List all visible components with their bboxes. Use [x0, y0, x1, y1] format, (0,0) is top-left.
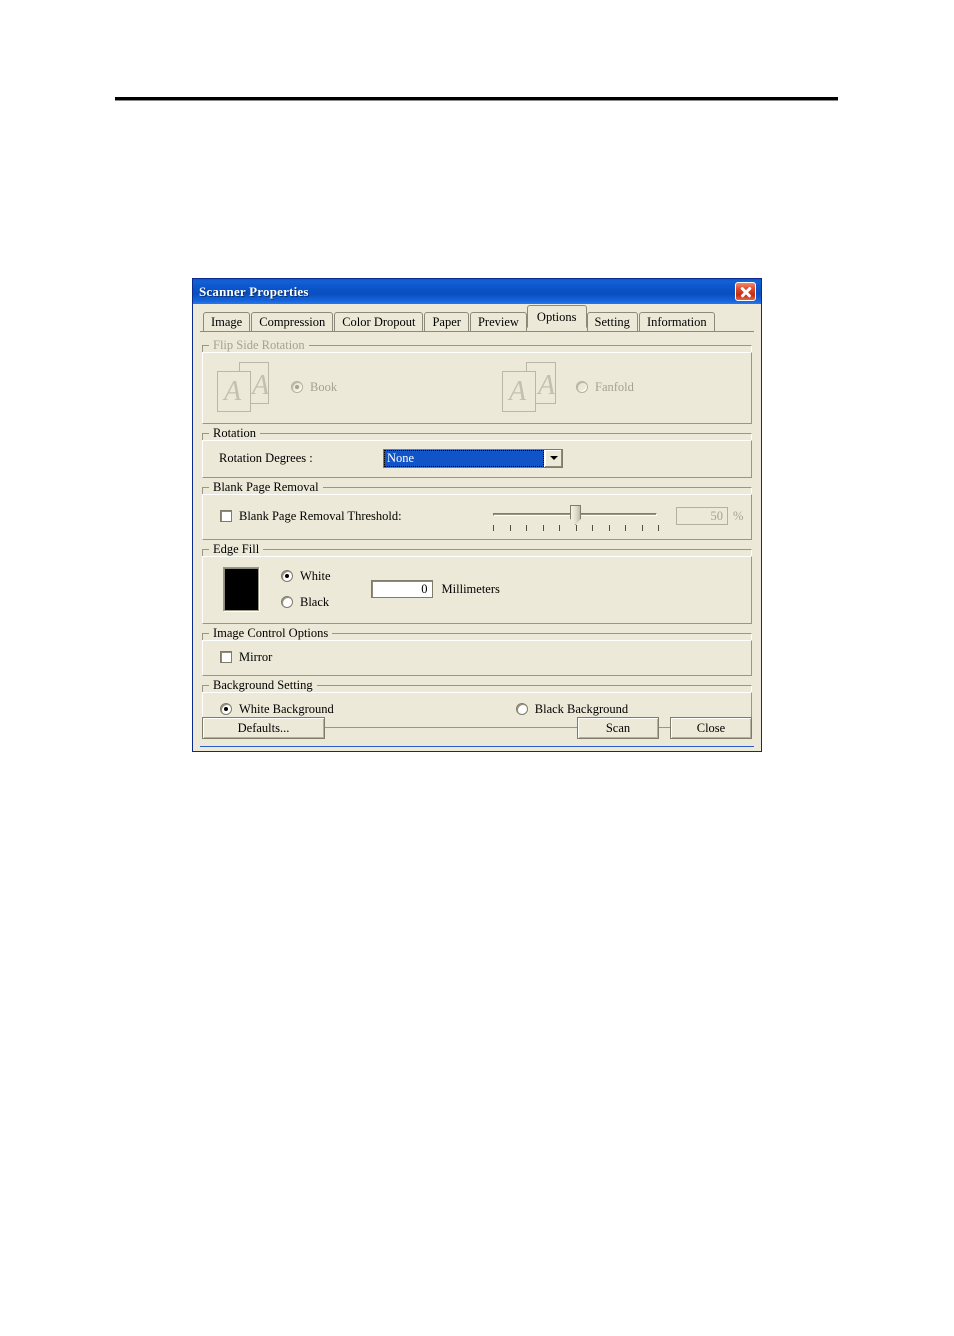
tab-image[interactable]: Image — [203, 312, 251, 331]
close-icon[interactable] — [735, 282, 756, 301]
radio-edge-fill-white[interactable] — [281, 570, 293, 582]
label-mirror: Mirror — [239, 649, 273, 664]
dialog-titlebar: Scanner Properties — [193, 279, 761, 304]
checkbox-blank-page-threshold[interactable] — [220, 510, 232, 522]
defaults-button[interactable]: Defaults... — [202, 717, 325, 739]
label-edge-fill-white: White — [300, 568, 331, 583]
radio-white-background[interactable] — [220, 703, 232, 715]
label-book: Book — [310, 379, 338, 394]
close-button[interactable]: Close — [670, 717, 752, 739]
label-black-background: Black Background — [534, 701, 629, 716]
edge-fill-group: Edge Fill White Black 0 Millimeters — [202, 542, 752, 624]
label-fanfold: Fanfold — [595, 379, 634, 394]
fanfold-pages-icon: A A — [502, 362, 560, 412]
tab-strip: Image Compression Color Dropout Paper Pr… — [200, 305, 754, 332]
chevron-down-icon[interactable] — [544, 449, 562, 467]
tab-compression[interactable]: Compression — [251, 312, 334, 331]
dialog-body: Image Compression Color Dropout Paper Pr… — [193, 304, 761, 751]
threshold-percent-sign: % — [733, 508, 744, 523]
checkbox-mirror[interactable] — [220, 651, 232, 663]
radio-edge-fill-black[interactable] — [281, 596, 293, 608]
blank-page-threshold-slider[interactable] — [490, 501, 660, 531]
options-tab-page: Flip Side Rotation A A Book A A Fanfold … — [200, 332, 754, 728]
white-background-option[interactable]: White Background — [220, 702, 334, 717]
label-white-background: White Background — [239, 701, 334, 716]
edge-fill-black-option[interactable]: Black — [281, 595, 331, 610]
image-control-options-group: Image Control Options Mirror — [202, 626, 752, 676]
rotation-degrees-label: Rotation Degrees : — [219, 450, 313, 465]
fanfold-icon-glyph-left: A — [509, 376, 527, 407]
dialog-bottom-accent-line — [200, 746, 754, 747]
threshold-percent-value[interactable]: 50 — [676, 507, 728, 525]
tab-setting[interactable]: Setting — [586, 312, 638, 331]
label-blank-page-threshold: Blank Page Removal Threshold: — [239, 508, 402, 523]
slider-ticks — [493, 525, 659, 531]
book-icon-glyph-left: A — [224, 376, 242, 407]
image-control-options-legend: Image Control Options — [209, 626, 333, 641]
flip-side-book-option[interactable]: A A Book — [217, 362, 502, 412]
edge-fill-color-radios: White Black — [281, 569, 331, 610]
scanner-properties-dialog: Scanner Properties Image Compression Col… — [192, 278, 762, 752]
dialog-title: Scanner Properties — [199, 283, 309, 299]
fanfold-icon-glyph-right: A — [538, 370, 556, 401]
tab-preview[interactable]: Preview — [469, 312, 527, 331]
rotation-legend: Rotation — [209, 426, 261, 441]
scan-button[interactable]: Scan — [577, 717, 659, 739]
book-pages-icon: A A — [217, 362, 275, 412]
dialog-button-bar: Defaults... Scan Close — [202, 717, 752, 739]
tab-color-dropout[interactable]: Color Dropout — [334, 312, 424, 331]
flip-side-fanfold-option[interactable]: A A Fanfold — [502, 362, 634, 412]
flip-side-rotation-group: Flip Side Rotation A A Book A A Fanfold — [202, 338, 752, 424]
rotation-degrees-dropdown[interactable]: None — [383, 448, 563, 468]
mirror-option-row[interactable]: Mirror — [211, 647, 743, 667]
flip-side-rotation-legend: Flip Side Rotation — [209, 338, 309, 353]
blank-page-removal-group: Blank Page Removal Blank Page Removal Th… — [202, 480, 753, 540]
rotation-degrees-value: None — [384, 449, 544, 467]
edge-fill-white-option[interactable]: White — [281, 569, 331, 584]
tab-options[interactable]: Options — [526, 305, 587, 328]
book-icon-glyph-right: A — [252, 370, 270, 401]
label-edge-fill-black: Black — [300, 594, 330, 609]
edge-fill-millimeters-input[interactable]: 0 — [370, 580, 433, 598]
radio-book[interactable] — [291, 381, 303, 393]
radio-fanfold[interactable] — [576, 381, 588, 393]
background-setting-legend: Background Setting — [209, 678, 317, 693]
rotation-group: Rotation Rotation Degrees : None — [202, 426, 752, 478]
tab-paper[interactable]: Paper — [424, 312, 469, 331]
edge-fill-legend: Edge Fill — [209, 542, 264, 557]
edge-fill-millimeters-label: Millimeters — [441, 581, 500, 596]
page-header-rule — [115, 97, 838, 101]
radio-black-background[interactable] — [515, 703, 528, 715]
edge-fill-color-swatch[interactable] — [223, 567, 259, 611]
blank-page-threshold-checkbox-row[interactable]: Blank Page Removal Threshold: — [211, 509, 480, 524]
slider-thumb[interactable] — [570, 505, 581, 525]
blank-page-removal-legend: Blank Page Removal — [209, 480, 323, 495]
black-background-option[interactable]: Black Background — [515, 701, 629, 717]
tab-information[interactable]: Information — [638, 312, 715, 331]
